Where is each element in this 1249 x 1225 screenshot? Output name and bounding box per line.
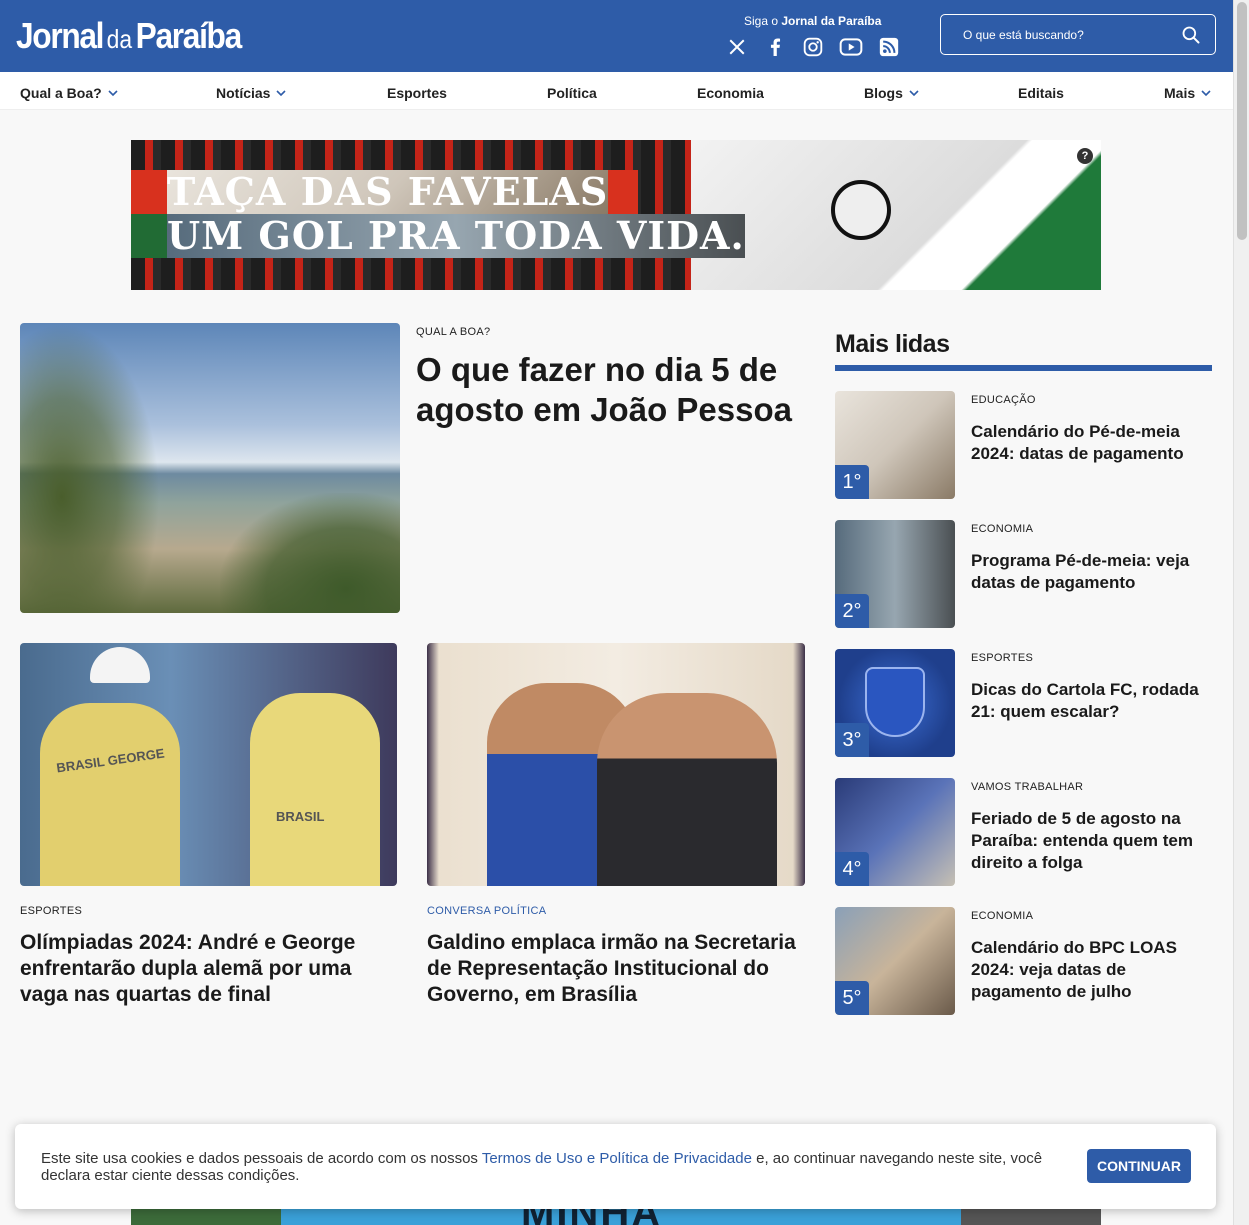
most-read-underline	[835, 365, 1212, 371]
image-fade-right	[793, 643, 805, 886]
most-read-item[interactable]: 3° ESPORTES Dicas do Cartola FC, rodada …	[835, 649, 1215, 759]
nav-label: Esportes	[387, 85, 447, 101]
lead-story-title[interactable]: O que fazer no dia 5 de agosto em João P…	[416, 350, 816, 430]
nav-label: Política	[547, 85, 597, 101]
nav-item-qual-a-boa[interactable]: Qual a Boa?	[20, 85, 118, 101]
cookie-text: Este site usa cookies e dados pessoais d…	[41, 1150, 1071, 1184]
nav-item-economia[interactable]: Economia	[697, 85, 764, 101]
nav-item-blogs[interactable]: Blogs	[864, 85, 919, 101]
most-read-title[interactable]: Calendário do BPC LOAS 2024: veja datas …	[971, 937, 1215, 1003]
follow-prefix: Siga o	[744, 14, 779, 28]
instagram-icon[interactable]	[800, 36, 826, 58]
ad-illustration	[691, 140, 1101, 290]
logo-word-paraiba: Paraíba	[135, 15, 243, 56]
page-scrollbar[interactable]	[1233, 0, 1249, 1225]
most-read-item[interactable]: 4° VAMOS TRABALHAR Feriado de 5 de agost…	[835, 778, 1215, 888]
continue-button[interactable]: CONTINUAR	[1087, 1149, 1191, 1183]
nav-label: Notícias	[216, 85, 271, 101]
ad-headline-2: UM GOL PRA TODA VIDA.	[167, 213, 745, 258]
rank-badge: 1°	[835, 465, 869, 499]
follow-name: Jornal da Paraíba	[781, 14, 882, 28]
most-read-heading: Mais lidas	[835, 330, 950, 358]
chevron-down-icon	[909, 89, 919, 96]
nav-item-noticias[interactable]: Notícias	[216, 85, 287, 101]
chevron-down-icon	[276, 89, 287, 96]
player-left	[40, 703, 180, 886]
bush-foliage	[220, 493, 400, 613]
nav-label: Editais	[1018, 85, 1064, 101]
x-icon[interactable]	[724, 36, 750, 58]
story-image-volleyball[interactable]: BRASIL GEORGE BRASIL	[20, 643, 397, 886]
rss-icon[interactable]	[876, 36, 902, 58]
chevron-down-icon	[1201, 89, 1211, 96]
rank-badge: 5°	[835, 981, 869, 1015]
rank-badge: 2°	[835, 594, 869, 628]
nav-item-mais[interactable]: Mais	[1164, 85, 1211, 101]
most-read-item[interactable]: 5° ECONOMIA Calendário do BPC LOAS 2024:…	[835, 907, 1215, 1017]
most-read-title[interactable]: Programa Pé-de-meia: veja datas de pagam…	[971, 550, 1215, 594]
nav-item-esportes[interactable]: Esportes	[387, 85, 447, 101]
nav-label: Mais	[1164, 85, 1196, 101]
social-links	[724, 36, 902, 58]
search-box	[940, 14, 1216, 55]
story-kicker[interactable]: CONVERSA POLÍTICA	[427, 905, 546, 917]
jersey-label-right: BRASIL	[276, 809, 325, 824]
most-read-thumbnail[interactable]: 4°	[835, 778, 955, 886]
cookie-consent-bar: Este site usa cookies e dados pessoais d…	[15, 1124, 1216, 1209]
tree-foliage	[20, 323, 160, 613]
story-kicker[interactable]: ESPORTES	[20, 905, 82, 917]
main-nav: Qual a Boa? Notícias Esportes Política E…	[0, 72, 1233, 110]
nav-label: Qual a Boa?	[20, 85, 102, 101]
search-icon[interactable]	[1181, 25, 1201, 50]
most-read-thumbnail[interactable]: 1°	[835, 391, 955, 499]
person-right	[597, 693, 777, 886]
youtube-icon[interactable]	[838, 36, 864, 58]
chevron-down-icon	[108, 89, 118, 96]
nav-label: Blogs	[864, 85, 903, 101]
player-right	[250, 693, 380, 886]
most-read-category: ECONOMIA	[971, 910, 1034, 922]
nav-item-politica[interactable]: Política	[547, 85, 597, 101]
most-read-category: ECONOMIA	[971, 523, 1034, 535]
most-read-category: ESPORTES	[971, 652, 1034, 664]
scrollbar-thumb[interactable]	[1237, 2, 1247, 240]
site-header: Jornal daParaíba Siga o Jornal da Paraíba	[0, 0, 1233, 72]
most-read-thumbnail[interactable]: 3°	[835, 649, 955, 757]
logo-word-da: da	[106, 24, 133, 54]
cookie-text-before: Este site usa cookies e dados pessoais d…	[41, 1150, 482, 1167]
follow-label: Siga o Jornal da Paraíba	[744, 14, 881, 28]
nav-item-editais[interactable]: Editais	[1018, 85, 1064, 101]
most-read-title[interactable]: Feriado de 5 de agosto na Paraíba: enten…	[971, 808, 1215, 874]
search-input[interactable]	[951, 23, 1171, 47]
logo-word-jornal: Jornal	[16, 15, 104, 56]
most-read-item[interactable]: 2° ECONOMIA Programa Pé-de-meia: veja da…	[835, 520, 1215, 630]
most-read-title[interactable]: Dicas do Cartola FC, rodada 21: quem esc…	[971, 679, 1215, 723]
soccer-ball-icon	[831, 180, 891, 240]
lead-story-kicker[interactable]: QUAL A BOA?	[416, 326, 490, 338]
most-read-category: EDUCAÇÃO	[971, 394, 1036, 406]
facebook-icon[interactable]	[762, 36, 788, 58]
ad-banner-taca-das-favelas[interactable]: TAÇA DAS FAVELAS UM GOL PRA TODA VIDA. ?	[131, 140, 1101, 290]
privacy-policy-link[interactable]: Termos de Uso e Política de Privacidade	[482, 1150, 752, 1167]
most-read-item[interactable]: 1° EDUCAÇÃO Calendário do Pé-de-meia 202…	[835, 391, 1215, 501]
story-title[interactable]: Galdino emplaca irmão na Secretaria de R…	[427, 930, 807, 1008]
rank-badge: 3°	[835, 723, 869, 757]
most-read-thumbnail[interactable]: 5°	[835, 907, 955, 1015]
site-logo[interactable]: Jornal daParaíba	[16, 14, 243, 61]
ad-info-icon[interactable]: ?	[1077, 148, 1093, 164]
cartola-shield-icon	[865, 667, 925, 737]
nav-label: Economia	[697, 85, 764, 101]
most-read-title[interactable]: Calendário do Pé-de-meia 2024: datas de …	[971, 421, 1215, 465]
lead-story-image[interactable]	[20, 323, 400, 613]
story-image-politics[interactable]	[427, 643, 805, 886]
most-read-category: VAMOS TRABALHAR	[971, 781, 1084, 793]
ad-headline-1: TAÇA DAS FAVELAS	[167, 169, 609, 214]
story-title[interactable]: Olímpiadas 2024: André e George enfrenta…	[20, 930, 400, 1008]
player-cap	[90, 647, 150, 683]
image-fade-left	[427, 643, 439, 886]
most-read-thumbnail[interactable]: 2°	[835, 520, 955, 628]
rank-badge: 4°	[835, 852, 869, 886]
